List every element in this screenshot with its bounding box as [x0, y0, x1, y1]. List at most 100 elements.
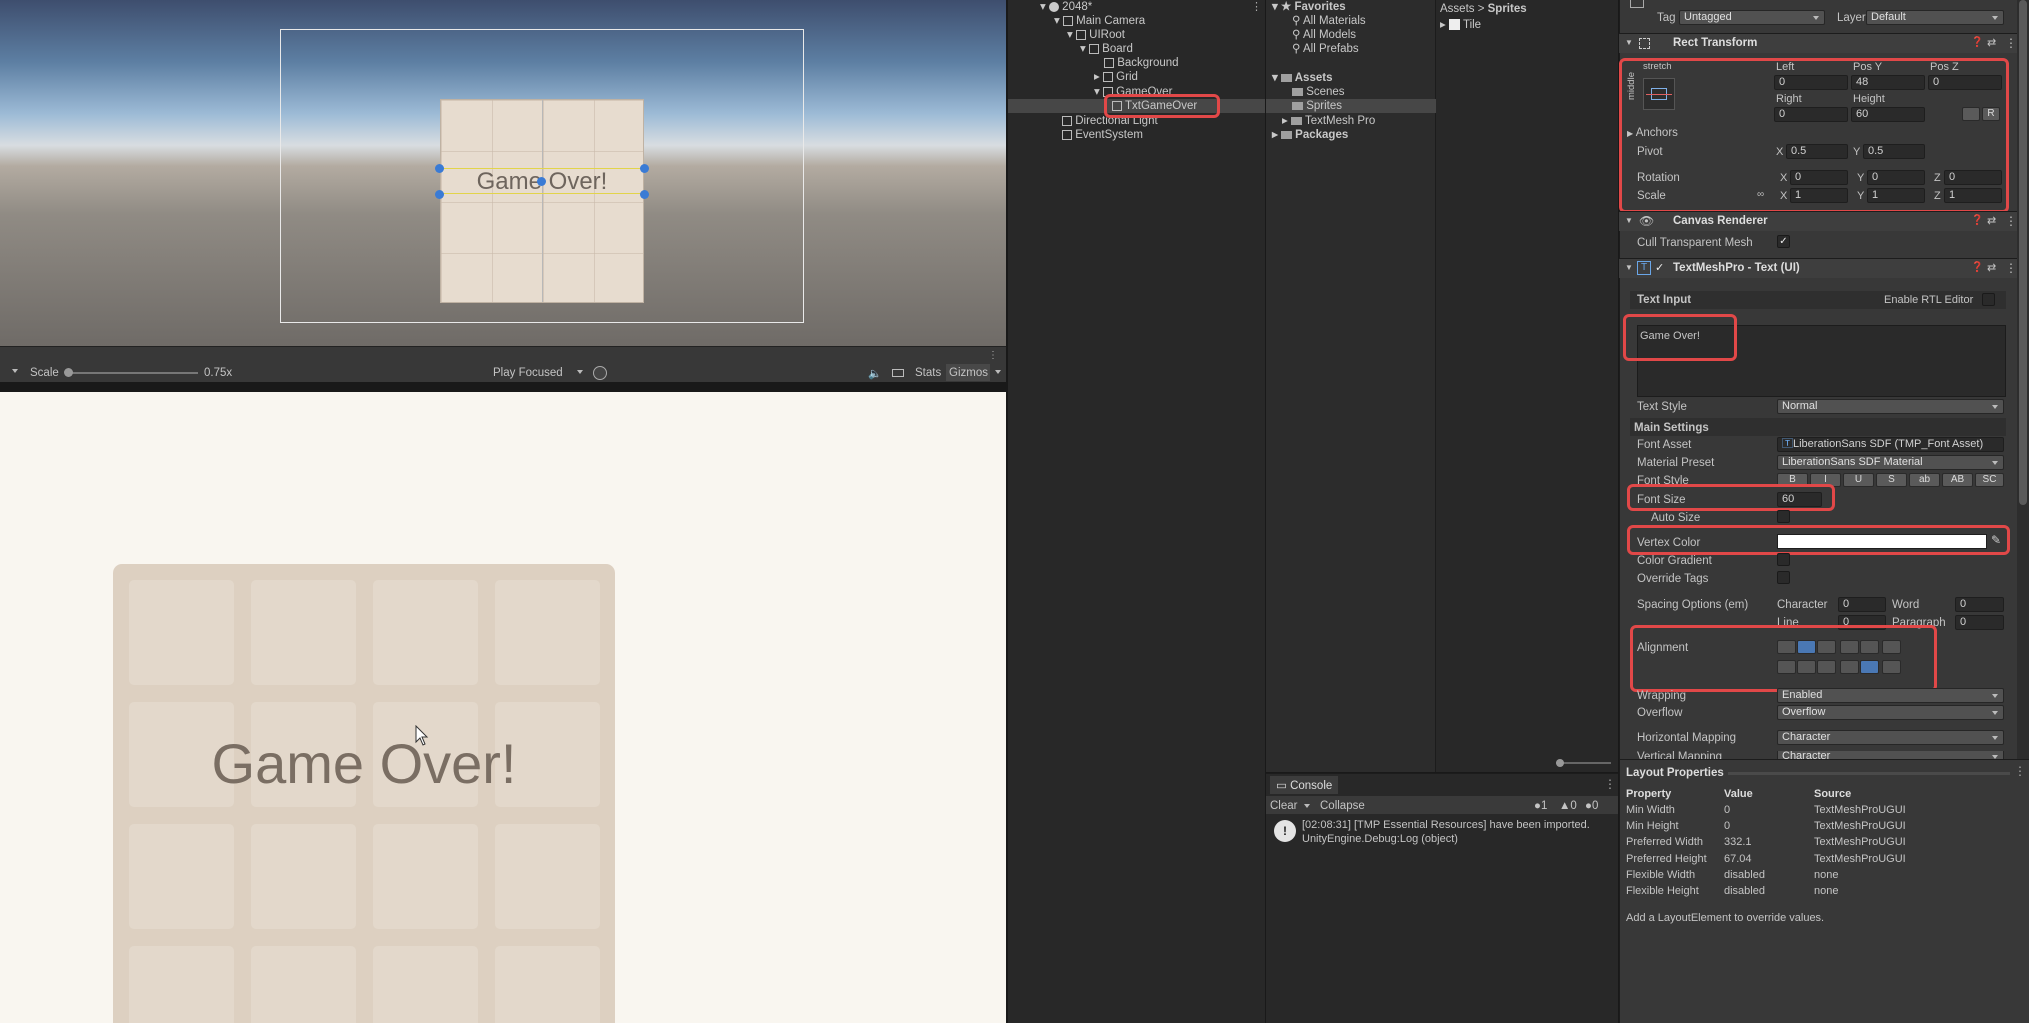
help-icon[interactable]: ❓	[1971, 262, 1983, 273]
tree-row-scene[interactable]: ▾ 2048*	[1040, 0, 1092, 14]
console-menu-icon[interactable]: ⋮	[1604, 777, 1616, 791]
scale-slider[interactable]	[64, 368, 198, 377]
tree-row-uiroot[interactable]: ▾ UIRoot	[1067, 28, 1125, 42]
scene-board[interactable]	[440, 99, 644, 303]
gameobject-cube-icon	[1088, 43, 1099, 54]
preset-icon[interactable]: ⇄	[1987, 261, 1996, 274]
tree-label: Grid	[1116, 71, 1138, 83]
favorites-all-prefabs[interactable]: ⚲ All Prefabs	[1292, 42, 1359, 56]
toolbar-menu-icon[interactable]: ⋮	[988, 350, 998, 361]
display-dropdown-arrow[interactable]	[12, 369, 18, 373]
bug-icon[interactable]	[593, 366, 607, 380]
gizmos-button[interactable]: Gizmos	[946, 364, 1001, 381]
err-count: 0	[1591, 800, 1599, 812]
override-tags-checkbox[interactable]	[1777, 571, 1790, 584]
layout-drag-bar[interactable]	[1728, 772, 2010, 775]
preset-icon[interactable]: ⇄	[1987, 214, 1996, 227]
cull-checkbox[interactable]: ✓	[1777, 235, 1790, 248]
font-style-uppercase[interactable]: AB	[1942, 473, 1973, 487]
folder-scenes[interactable]: Scenes	[1292, 85, 1345, 99]
mute-audio-icon[interactable]: 🔈	[868, 367, 882, 380]
tree-row-background[interactable]: Background	[1104, 56, 1179, 70]
gameobject-cube-icon	[1062, 129, 1072, 140]
file-tile[interactable]: ▸ Tile	[1440, 18, 1481, 32]
handle-right-top[interactable]	[640, 164, 649, 173]
font-style-smallcaps[interactable]: SC	[1975, 473, 2004, 487]
layout-menu-icon[interactable]: ⋮	[2014, 764, 2026, 778]
tmp-title: TextMeshPro - Text (UI)	[1673, 262, 1800, 274]
foldout-arrow[interactable]: ▼	[1625, 263, 1633, 272]
console-log-count[interactable]: ●1	[1534, 799, 1547, 813]
tile	[251, 946, 356, 1023]
folder-sprites[interactable]: Sprites	[1292, 99, 1342, 113]
hierarchy-menu-icon[interactable]: ⋮	[1251, 0, 1262, 13]
handle-right-bottom[interactable]	[640, 190, 649, 199]
auto-size-checkbox[interactable]	[1777, 510, 1790, 523]
paragraph-spacing-field[interactable]: 0	[1955, 615, 2004, 630]
wrapping-dropdown[interactable]: Enabled	[1777, 688, 2004, 703]
handle-center[interactable]	[537, 177, 546, 186]
keyboard-icon[interactable]	[892, 369, 904, 377]
favorites-all-models[interactable]: ⚲ All Models	[1292, 28, 1356, 42]
console-clear-arrow[interactable]	[1304, 804, 1310, 808]
help-icon[interactable]: ❓	[1971, 215, 1983, 226]
color-gradient-checkbox[interactable]	[1777, 553, 1790, 566]
component-menu-icon[interactable]: ⋮	[2005, 214, 2017, 228]
component-menu-icon[interactable]: ⋮	[2005, 36, 2017, 50]
assets-header[interactable]: ▾ Assets	[1272, 71, 1332, 85]
font-style-strike[interactable]: S	[1876, 473, 1907, 487]
breadcrumb-root[interactable]: Assets	[1440, 3, 1475, 15]
foldout-arrow[interactable]: ▼	[1625, 216, 1633, 225]
help-icon[interactable]: ❓	[1971, 37, 1983, 48]
wrapping-label: Wrapping	[1637, 690, 1687, 702]
material-dropdown[interactable]: LiberationSans SDF Material	[1777, 455, 2004, 470]
overflow-dropdown[interactable]: Overflow	[1777, 705, 2004, 720]
handle-left-bottom[interactable]	[435, 190, 444, 199]
component-menu-icon[interactable]: ⋮	[2005, 261, 2017, 275]
hmap-dropdown[interactable]: Character	[1777, 730, 2004, 745]
character-spacing-field[interactable]: 0	[1838, 597, 1886, 612]
font-style-underline[interactable]: U	[1843, 473, 1874, 487]
vmap-dropdown[interactable]: Character	[1777, 751, 2004, 759]
favorites-all-materials[interactable]: ⚲ All Materials	[1292, 14, 1366, 28]
game-view[interactable]: Game Over!	[0, 392, 1006, 1023]
scene-view[interactable]: Game Over!	[0, 0, 1006, 346]
tree-row-grid[interactable]: ▸ Grid	[1094, 70, 1138, 84]
packages-header[interactable]: ▸ Packages	[1272, 128, 1348, 142]
word-spacing-field[interactable]: 0	[1955, 597, 2004, 612]
zoom-slider-thumb[interactable]	[1556, 759, 1564, 767]
play-mode-dropdown[interactable]: Play Focused	[493, 366, 563, 380]
folder-textmesh-pro[interactable]: ▸ TextMesh Pro	[1282, 114, 1375, 128]
font-style-lowercase[interactable]: ab	[1909, 473, 1940, 487]
console-collapse-button[interactable]: Collapse	[1320, 799, 1365, 813]
play-mode-arrow[interactable]	[577, 370, 583, 374]
tree-row-main-camera[interactable]: ▾ Main Camera	[1054, 14, 1145, 28]
tree-row-eventsystem[interactable]: EventSystem	[1062, 128, 1143, 142]
console-error-count[interactable]: ●0	[1585, 799, 1598, 813]
foldout-arrow[interactable]: ▼	[1625, 38, 1633, 47]
console-warn-count[interactable]: ▲0	[1559, 799, 1577, 813]
favorites-header[interactable]: ▾ ★ Favorites	[1272, 0, 1346, 14]
tree-row-board[interactable]: ▾ Board	[1080, 42, 1133, 56]
canvas-renderer-header[interactable]: ▼ 👁 Canvas Renderer ❓ ⇄ ⋮	[1619, 211, 2017, 231]
inspector-scrollbar[interactable]	[2017, 0, 2029, 760]
gameobject-icon	[1630, 0, 1644, 8]
breadcrumb-leaf[interactable]: Sprites	[1488, 3, 1527, 15]
scrollbar-thumb[interactable]	[2019, 0, 2027, 505]
rect-transform-header[interactable]: ▼ Rect Transform ❓ ⇄ ⋮	[1619, 33, 2017, 53]
console-clear-button[interactable]: Clear	[1270, 799, 1297, 813]
layer-dropdown[interactable]: Default	[1866, 10, 2004, 25]
tag-dropdown[interactable]: Untagged	[1679, 10, 1825, 25]
console-tab[interactable]: ▭ Console	[1270, 776, 1339, 794]
project-zoom-slider[interactable]	[1556, 759, 1611, 767]
rtl-checkbox[interactable]	[1982, 293, 1995, 306]
font-asset-field[interactable]: 🅃LiberationSans SDF (TMP_Font Asset)	[1777, 437, 2004, 452]
handle-left-top[interactable]	[435, 164, 444, 173]
console-entry[interactable]: ! [02:08:31] [TMP Essential Resources] h…	[1266, 816, 1618, 850]
preset-icon[interactable]: ⇄	[1987, 36, 1996, 49]
enabled-checkbox[interactable]: ✓	[1655, 261, 1664, 274]
scale-slider-thumb[interactable]	[64, 368, 73, 377]
stats-button[interactable]: Stats	[915, 366, 941, 380]
tmp-header[interactable]: ▼ T ✓ TextMeshPro - Text (UI) ❓ ⇄ ⋮	[1619, 258, 2017, 278]
text-style-dropdown[interactable]: Normal	[1777, 399, 2004, 414]
